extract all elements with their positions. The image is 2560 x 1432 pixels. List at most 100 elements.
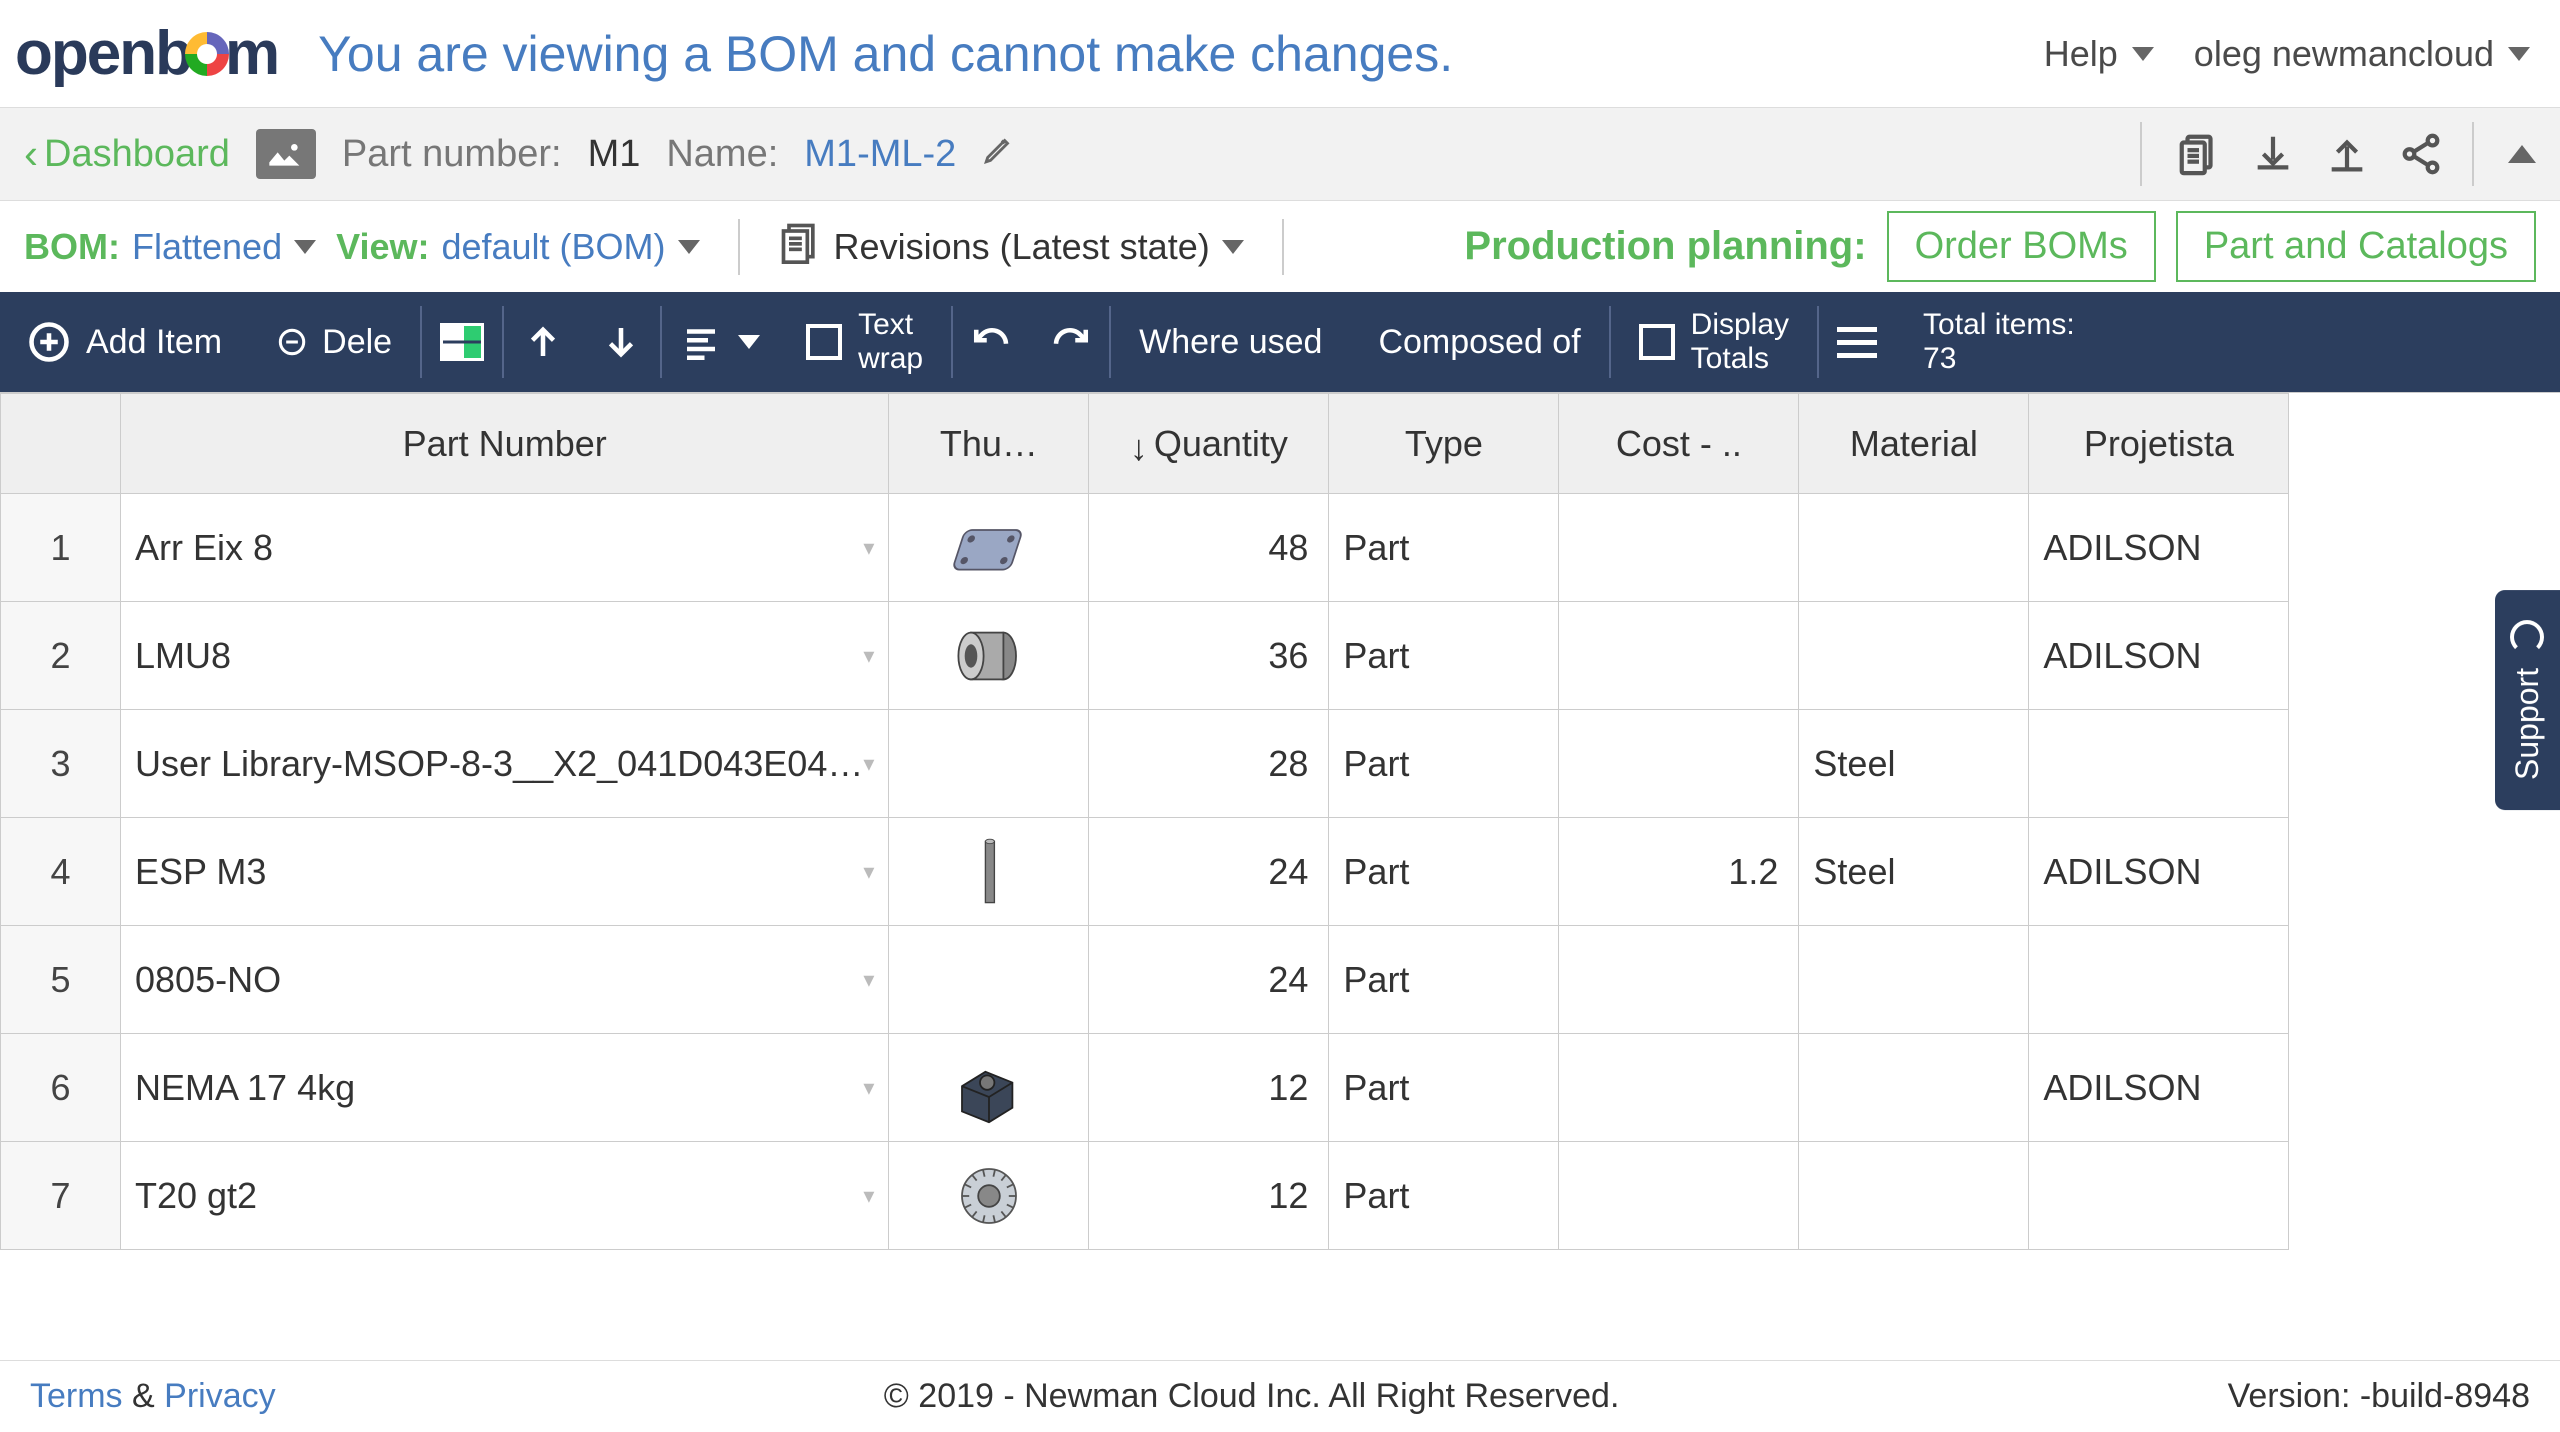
cell-material[interactable] [1799,494,2029,602]
display-totals-button[interactable]: DisplayTotals [1611,292,1817,392]
cell-quantity[interactable]: 24 [1089,818,1329,926]
table-view-button[interactable] [422,292,502,392]
cell-quantity[interactable]: 24 [1089,926,1329,1034]
cell-type[interactable]: Part [1329,494,1559,602]
cell-material[interactable]: Steel [1799,818,2029,926]
cell-quantity[interactable]: 12 [1089,1034,1329,1142]
row-menu-icon[interactable]: ▾ [863,967,874,993]
move-down-button[interactable] [582,292,660,392]
cell-projetista[interactable]: ADILSON [2029,818,2289,926]
cell-thumbnail[interactable] [889,494,1089,602]
cell-material[interactable]: Steel [1799,710,2029,818]
add-item-button[interactable]: Add Item [0,292,250,392]
row-menu-icon[interactable]: ▾ [863,751,874,777]
cell-cost[interactable] [1559,602,1799,710]
table-row[interactable]: 3User Library-MSOP-8-3__X2_041D043E04…▾2… [1,710,2289,818]
table-row[interactable]: 50805-NO▾24Part [1,926,2289,1034]
edit-name-icon[interactable] [982,132,1016,176]
cell-thumbnail[interactable] [889,818,1089,926]
dashboard-back-link[interactable]: ‹ Dashboard [24,130,230,178]
cell-part-number[interactable]: User Library-MSOP-8-3__X2_041D043E04…▾ [121,710,889,818]
cell-cost[interactable] [1559,494,1799,602]
order-boms-button[interactable]: Order BOMs [1887,211,2156,282]
privacy-link[interactable]: Privacy [164,1377,275,1415]
cell-projetista[interactable] [2029,1142,2289,1250]
align-button[interactable] [662,292,778,392]
cell-cost[interactable]: 1.2 [1559,818,1799,926]
table-row[interactable]: 2LMU8▾36PartADILSON [1,602,2289,710]
cell-part-number[interactable]: NEMA 17 4kg▾ [121,1034,889,1142]
row-menu-icon[interactable]: ▾ [863,1075,874,1101]
cell-type[interactable]: Part [1329,1034,1559,1142]
bom-table-wrap[interactable]: Part Number Thu… ↓Quantity Type Cost - .… [0,392,2560,1360]
part-and-catalogs-button[interactable]: Part and Catalogs [2176,211,2536,282]
cell-cost[interactable] [1559,1034,1799,1142]
row-menu-icon[interactable]: ▾ [863,1183,874,1209]
cell-thumbnail[interactable] [889,1034,1089,1142]
col-header-type[interactable]: Type [1329,394,1559,494]
cell-quantity[interactable]: 28 [1089,710,1329,818]
table-row[interactable]: 1Arr Eix 8▾48PartADILSON [1,494,2289,602]
share-icon[interactable] [2398,131,2444,177]
cell-quantity[interactable]: 12 [1089,1142,1329,1250]
delete-button[interactable]: Dele [250,292,420,392]
cell-type[interactable]: Part [1329,1142,1559,1250]
cell-part-number[interactable]: T20 gt2▾ [121,1142,889,1250]
cell-part-number[interactable]: LMU8▾ [121,602,889,710]
cell-material[interactable] [1799,926,2029,1034]
cell-quantity[interactable]: 48 [1089,494,1329,602]
cell-part-number[interactable]: ESP M3▾ [121,818,889,926]
redo-button[interactable] [1031,292,1109,392]
cell-thumbnail[interactable] [889,602,1089,710]
help-menu[interactable]: Help [2044,33,2154,75]
undo-button[interactable] [953,292,1031,392]
cell-projetista[interactable]: ADILSON [2029,602,2289,710]
cell-projetista[interactable]: ADILSON [2029,1034,2289,1142]
bom-selector[interactable]: BOM: Flattened [24,226,316,268]
table-row[interactable]: 7T20 gt2▾12Part [1,1142,2289,1250]
cell-material[interactable] [1799,1142,2029,1250]
col-header-quantity[interactable]: ↓Quantity [1089,394,1329,494]
move-up-button[interactable] [504,292,582,392]
cell-type[interactable]: Part [1329,818,1559,926]
table-row[interactable]: 4ESP M3▾24Part1.2SteelADILSON [1,818,2289,926]
upload-icon[interactable] [2324,131,2370,177]
col-header-projetista[interactable]: Projetista [2029,394,2289,494]
user-menu[interactable]: oleg newmancloud [2194,33,2530,75]
col-header-thumbnail[interactable]: Thu… [889,394,1089,494]
view-selector[interactable]: View: default (BOM) [336,226,699,268]
col-header-index[interactable] [1,394,121,494]
col-header-cost[interactable]: Cost - .. [1559,394,1799,494]
menu-button[interactable] [1819,292,1895,392]
cell-projetista[interactable] [2029,926,2289,1034]
composed-of-button[interactable]: Composed of [1350,292,1608,392]
cell-cost[interactable] [1559,926,1799,1034]
revisions-selector[interactable]: Revisions (Latest state) [778,220,1244,273]
text-wrap-button[interactable]: Textwrap [778,292,951,392]
row-menu-icon[interactable]: ▾ [863,859,874,885]
support-tab[interactable]: Support [2495,590,2560,810]
cell-material[interactable] [1799,1034,2029,1142]
terms-link[interactable]: Terms [30,1377,123,1415]
row-menu-icon[interactable]: ▾ [863,535,874,561]
cell-type[interactable]: Part [1329,926,1559,1034]
table-row[interactable]: 6NEMA 17 4kg▾12PartADILSON [1,1034,2289,1142]
col-header-part-number[interactable]: Part Number [121,394,889,494]
cell-material[interactable] [1799,602,2029,710]
cell-part-number[interactable]: Arr Eix 8▾ [121,494,889,602]
cell-thumbnail[interactable] [889,710,1089,818]
cell-thumbnail[interactable] [889,926,1089,1034]
download-icon[interactable] [2250,131,2296,177]
copy-icon[interactable] [2176,131,2222,177]
row-menu-icon[interactable]: ▾ [863,643,874,669]
part-thumbnail[interactable] [256,129,316,179]
where-used-button[interactable]: Where used [1111,292,1350,392]
collapse-header-icon[interactable] [2508,145,2536,163]
cell-part-number[interactable]: 0805-NO▾ [121,926,889,1034]
cell-cost[interactable] [1559,710,1799,818]
cell-thumbnail[interactable] [889,1142,1089,1250]
cell-projetista[interactable]: ADILSON [2029,494,2289,602]
cell-cost[interactable] [1559,1142,1799,1250]
cell-projetista[interactable] [2029,710,2289,818]
cell-type[interactable]: Part [1329,710,1559,818]
